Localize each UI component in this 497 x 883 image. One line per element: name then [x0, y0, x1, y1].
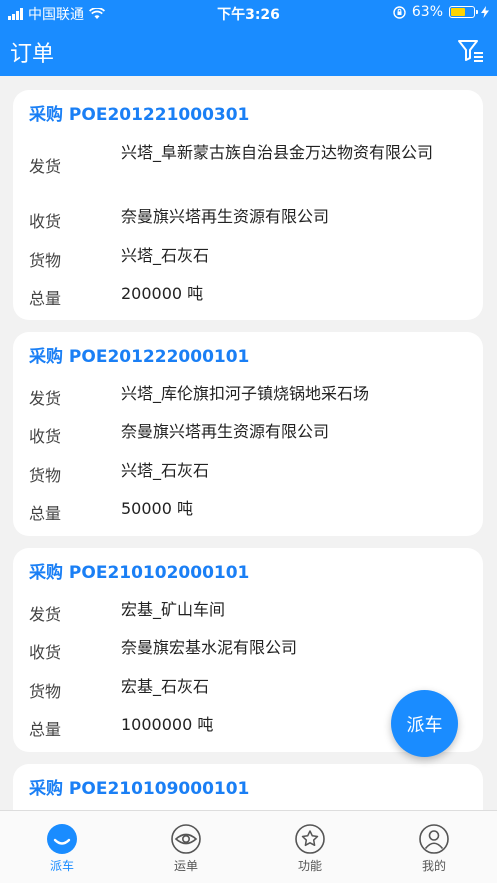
goods-value: 兴塔_石灰石: [121, 461, 210, 480]
shipper-value: 宏基_矿山车间: [121, 600, 226, 619]
tab-dispatch[interactable]: 派车: [0, 817, 124, 877]
charging-icon: [481, 6, 489, 18]
profile-icon: [419, 824, 449, 854]
tab-profile[interactable]: 我的: [372, 817, 496, 877]
page-title: 订单: [10, 42, 55, 67]
tab-waybill-label: 运单: [173, 859, 198, 873]
quantity-value: 200000 吨: [121, 284, 204, 303]
shipper-label: 发货: [29, 389, 62, 408]
order-title: 采购 POE201222000101: [29, 347, 250, 367]
order-title: 采购 POE201221000301: [29, 105, 250, 125]
goods-label: 货物: [29, 251, 62, 270]
eye-icon: [171, 824, 201, 854]
function-icon: [295, 824, 325, 854]
tab-bar: 派车 运单 功能 我的: [0, 810, 497, 883]
status-bar: 中国联通 下午3:26 63%: [0, 0, 497, 26]
receiver-value: 奈曼旗宏基水泥有限公司: [121, 638, 298, 657]
orientation-lock-icon: [393, 5, 406, 19]
nav-bar: 订单: [0, 26, 497, 76]
goods-label: 货物: [29, 466, 62, 485]
receiver-label: 收货: [29, 427, 62, 446]
tab-waybill[interactable]: 运单: [124, 817, 248, 877]
status-right: 63%: [393, 4, 489, 20]
order-title: 采购 POE210109000101: [29, 779, 250, 799]
quantity-label: 总量: [29, 504, 62, 523]
goods-label: 货物: [29, 682, 62, 701]
quantity-value: 50000 吨: [121, 499, 193, 518]
dispatch-icon: [47, 824, 77, 854]
receiver-label: 收货: [29, 212, 62, 231]
receiver-value: 奈曼旗兴塔再生资源有限公司: [121, 422, 330, 441]
goods-value: 兴塔_石灰石: [121, 246, 210, 265]
filter-icon[interactable]: [457, 38, 485, 64]
shipper-label: 发货: [29, 605, 62, 624]
shipper-value: 兴塔_库伦旗扣河子镇烧锅地采石场: [121, 384, 370, 403]
order-card[interactable]: 采购 POE210109000101: [13, 764, 483, 810]
receiver-label: 收货: [29, 643, 62, 662]
dispatch-fab-button[interactable]: 派车: [391, 690, 458, 757]
shipper-value: 兴塔_阜新蒙古族自治县金万达物资有限公司: [121, 143, 434, 162]
tab-dispatch-label: 派车: [49, 859, 74, 873]
tab-functions[interactable]: 功能: [248, 817, 372, 877]
tab-functions-label: 功能: [297, 859, 322, 873]
order-card[interactable]: 采购 POE201222000101 发货 兴塔_库伦旗扣河子镇烧锅地采石场 收…: [13, 332, 483, 536]
quantity-label: 总量: [29, 720, 62, 739]
order-card[interactable]: 采购 POE201221000301 发货 兴塔_阜新蒙古族自治县金万达物资有限…: [13, 90, 483, 320]
battery-level-fill: [451, 8, 465, 16]
battery-percent: 63%: [411, 4, 443, 20]
order-title: 采购 POE210102000101: [29, 563, 250, 583]
quantity-label: 总量: [29, 289, 62, 308]
shipper-label: 发货: [29, 157, 62, 176]
receiver-value: 奈曼旗兴塔再生资源有限公司: [121, 207, 330, 226]
tab-profile-label: 我的: [421, 859, 446, 873]
battery-icon: [449, 6, 478, 18]
